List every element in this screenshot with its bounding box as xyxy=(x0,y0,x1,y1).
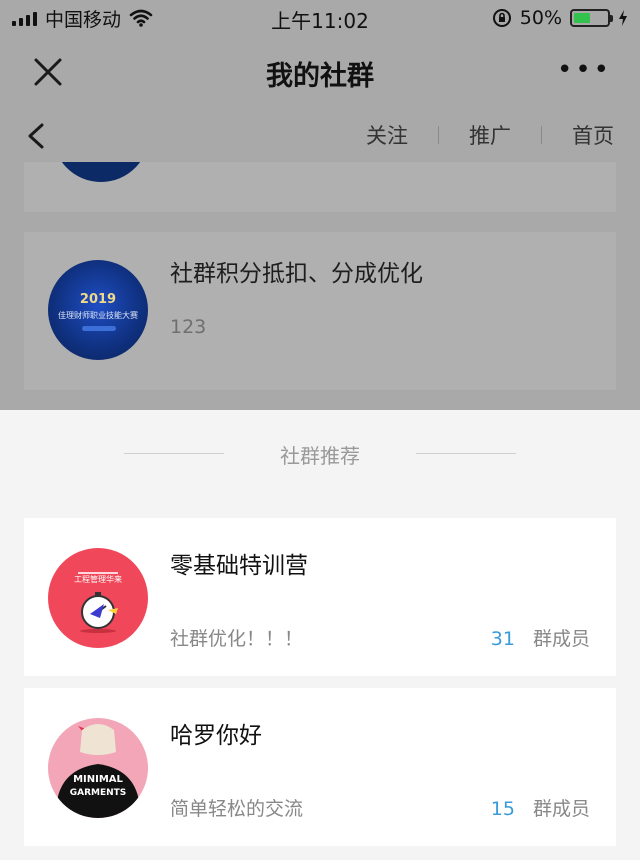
battery-icon xyxy=(570,9,613,27)
group-avatar: 2019 佳理财师职业技能大赛 xyxy=(48,260,148,360)
section-title: 社群推荐 xyxy=(280,444,360,468)
status-right: 50% xyxy=(492,5,628,31)
dimmed-background: 中国移动 上午11:02 50% 我的社群 ••• 关注 推广 首页 2019 … xyxy=(0,0,640,410)
avatar-year: 2019 xyxy=(79,292,117,307)
group-avatar: MINIMAL GARMENTS xyxy=(48,718,148,818)
member-count: 15 群成员 xyxy=(491,794,590,821)
avatar-caption: 工程管理华来 xyxy=(74,575,122,584)
sub-nav-links: 关注 推广 首页 xyxy=(366,120,614,150)
group-avatar-partial xyxy=(52,162,150,182)
group-card[interactable]: 2019 佳理财师职业技能大赛 社群积分抵扣、分成优化 123 xyxy=(24,232,616,390)
group-title: 零基础特训营 xyxy=(170,553,308,579)
recommend-panel: 社群推荐 工程管理华来 零基础特训营 社群优化！！！ 31 群成员 MINIMA… xyxy=(0,410,640,860)
member-count: 31 群成员 xyxy=(491,624,590,651)
person-avatar-icon xyxy=(55,724,141,818)
recommend-card-1[interactable]: 工程管理华来 零基础特训营 社群优化！！！ 31 群成员 xyxy=(24,518,616,676)
section-line-right xyxy=(416,453,516,454)
divider xyxy=(438,126,439,144)
rotation-lock-icon xyxy=(492,9,511,27)
member-number: 15 xyxy=(490,798,515,820)
more-icon[interactable]: ••• xyxy=(557,57,612,83)
nav-bar: 我的社群 ••• xyxy=(0,36,640,108)
group-avatar: 工程管理华来 xyxy=(48,548,148,648)
stopwatch-icon xyxy=(78,572,118,633)
member-label: 群成员 xyxy=(532,798,590,820)
home-link[interactable]: 首页 xyxy=(572,120,614,150)
group-card-partial[interactable] xyxy=(24,162,616,212)
battery-percent: 50% xyxy=(519,7,562,29)
group-description: 123 xyxy=(170,316,207,338)
recommend-card-2[interactable]: MINIMAL GARMENTS 哈罗你好 简单轻松的交流 15 群成员 xyxy=(24,688,616,846)
member-label: 群成员 xyxy=(532,628,590,650)
status-bar: 中国移动 上午11:02 50% xyxy=(0,0,640,36)
divider xyxy=(541,126,542,144)
charging-icon xyxy=(619,10,627,26)
follow-link[interactable]: 关注 xyxy=(366,120,408,150)
battery-level xyxy=(574,13,590,23)
shirt-text-line1: MINIMAL xyxy=(73,774,123,785)
promote-link[interactable]: 推广 xyxy=(469,120,511,150)
group-description: 社群优化！！！ xyxy=(170,628,304,650)
page-title: 我的社群 xyxy=(266,61,374,92)
member-number: 31 xyxy=(490,628,515,650)
shirt-text-line2: GARMENTS xyxy=(69,788,127,798)
group-title: 哈罗你好 xyxy=(170,723,262,749)
avatar-decoration xyxy=(82,326,116,331)
sub-nav: 关注 推广 首页 xyxy=(0,108,640,162)
group-description: 简单轻松的交流 xyxy=(170,798,304,820)
back-chevron-icon[interactable] xyxy=(24,122,48,150)
group-title: 社群积分抵扣、分成优化 xyxy=(170,261,423,287)
avatar-subtitle: 佳理财师职业技能大赛 xyxy=(58,311,138,320)
